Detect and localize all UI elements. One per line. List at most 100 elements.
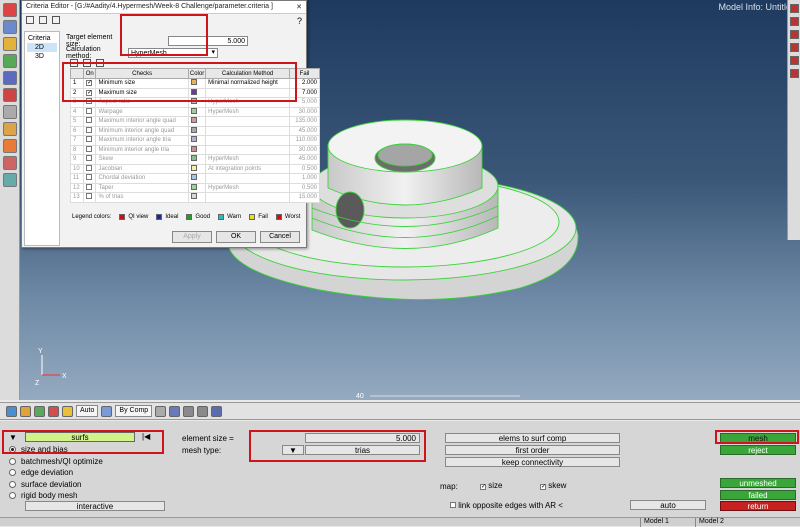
star-icon[interactable]	[62, 405, 73, 417]
tree-item-3d[interactable]: 3D	[27, 52, 57, 61]
ok-button[interactable]: OK	[216, 231, 256, 243]
option-surface-deviation[interactable]: surface deviation	[9, 479, 103, 491]
map-size-checkbox[interactable]: ✓ size	[480, 481, 502, 490]
tree-item-2d[interactable]: 2D	[27, 43, 57, 52]
arrow-right-icon[interactable]	[197, 405, 209, 417]
criteria-row[interactable]: 10 Jacobian At integration points 0.500	[69, 163, 320, 174]
column-header[interactable]: Fail	[289, 68, 320, 79]
import-icon[interactable]	[34, 405, 45, 417]
table-add-icon[interactable]	[70, 59, 78, 67]
mesh-button[interactable]: mesh	[720, 433, 796, 443]
calc-method-select[interactable]: HyperMesh	[128, 48, 218, 58]
reject-button[interactable]: reject	[720, 445, 796, 455]
legend-swatch[interactable]	[156, 214, 163, 220]
view-top-icon[interactable]	[790, 4, 799, 13]
map-skew-checkbox[interactable]: ✓ skew	[540, 481, 566, 490]
criteria-row[interactable]: 11 Chordal deviation 1.000	[69, 173, 320, 184]
view-front-icon[interactable]	[790, 17, 799, 26]
criteria-row[interactable]: 9 Skew HyperMesh 45.000	[69, 154, 320, 165]
unmeshed-button[interactable]: unmeshed	[720, 478, 796, 488]
view-iso-icon[interactable]	[790, 43, 799, 52]
color-icon[interactable]	[3, 88, 17, 102]
criteria-row[interactable]: 8 Minimum interior angle tria 30.000	[69, 144, 320, 155]
legend-swatch[interactable]	[218, 214, 225, 220]
component-icon[interactable]	[3, 54, 17, 68]
column-header[interactable]: Checks	[95, 68, 189, 79]
legend-swatch[interactable]	[186, 214, 193, 220]
criteria-row[interactable]: 2 ✓ Maximum size 7.000	[69, 87, 320, 98]
failed-button[interactable]: failed	[720, 490, 796, 500]
interactive-button[interactable]: interactive	[25, 501, 165, 511]
dialog-titlebar[interactable]: Criteria Editor - [G:/#Aadity/4.Hypermes…	[22, 1, 306, 14]
view-icon[interactable]	[3, 71, 17, 85]
element-size-input[interactable]: 5.000	[305, 433, 420, 443]
new-file-icon[interactable]	[26, 16, 34, 24]
column-header[interactable]: On	[83, 68, 97, 79]
criteria-row[interactable]: 1 ✓ Minimum size Minimal normalized height 2…	[69, 78, 320, 89]
numbering-icon[interactable]	[3, 105, 17, 119]
legend-swatch[interactable]	[249, 214, 256, 220]
auto-dropdown[interactable]: Auto	[76, 405, 99, 417]
on-checkbox[interactable]	[83, 163, 97, 174]
mesh-type-dropdown-icon[interactable]: ▼	[282, 445, 304, 455]
column-header[interactable]: Color	[187, 68, 207, 79]
ruler-icon[interactable]	[3, 122, 17, 136]
view-side-icon[interactable]	[790, 30, 799, 39]
delete-icon[interactable]	[48, 405, 59, 417]
return-button[interactable]: return	[720, 501, 796, 511]
column-header[interactable]: Calculation Method	[205, 68, 290, 79]
grid-icon[interactable]	[3, 156, 17, 170]
close-icon[interactable]: ✕	[296, 4, 302, 11]
option-rigid-body-mesh[interactable]: rigid body mesh	[9, 490, 103, 502]
on-checkbox[interactable]	[83, 116, 97, 127]
text-abc-icon[interactable]	[3, 139, 17, 153]
legend-swatch[interactable]	[119, 214, 126, 220]
apply-button[interactable]: Apply	[172, 231, 212, 243]
on-checkbox[interactable]: ✓	[83, 87, 97, 98]
criteria-row[interactable]: 13 % of trias 15.000	[69, 192, 320, 203]
criteria-row[interactable]: 5 Maximum interior angle quad 135.000	[69, 116, 320, 127]
table-delete-icon[interactable]	[83, 59, 91, 67]
selector-arrow-icon[interactable]: ▼	[9, 433, 17, 442]
criteria-row[interactable]: 7 Maximum interior angle tria 110.000	[69, 135, 320, 146]
list-icon[interactable]	[52, 16, 60, 24]
option-batchmesh[interactable]: batchmesh/QI optimize	[9, 456, 103, 468]
rotate-icon[interactable]	[101, 405, 113, 417]
on-checkbox[interactable]	[83, 154, 97, 165]
column-header[interactable]	[69, 68, 85, 79]
shading-icon[interactable]	[155, 405, 167, 417]
arrow-left-icon[interactable]	[183, 405, 195, 417]
view-back-icon[interactable]	[790, 69, 799, 78]
elems-to-surf-comp-toggle[interactable]: elems to surf comp	[445, 433, 620, 443]
tree-root[interactable]: Criteria	[27, 34, 57, 43]
criteria-row[interactable]: 3 Aspect ratio HyperMesh 5.000	[69, 97, 320, 108]
target-size-input[interactable]: 5.000	[168, 36, 248, 46]
on-checkbox[interactable]	[83, 173, 97, 184]
display-icon[interactable]	[3, 20, 17, 34]
criteria-row[interactable]: 6 Minimum interior angle quad 45.000	[69, 125, 320, 136]
on-checkbox[interactable]	[83, 182, 97, 193]
tool-icon[interactable]	[3, 173, 17, 187]
on-checkbox[interactable]	[83, 97, 97, 108]
keep-connectivity-toggle[interactable]: keep connectivity	[445, 457, 620, 467]
view-bottom-icon[interactable]	[790, 56, 799, 65]
wireframe-icon[interactable]	[169, 405, 181, 417]
open-icon[interactable]	[6, 405, 17, 417]
select-icon[interactable]	[3, 3, 17, 17]
criteria-row[interactable]: 12 Taper HyperMesh 0.500	[69, 182, 320, 193]
bycomp-dropdown[interactable]: By Comp	[115, 405, 153, 417]
save-file-icon[interactable]	[39, 16, 47, 24]
mesh-type-select[interactable]: trias	[305, 445, 420, 455]
link-edges-checkbox[interactable]: link opposite edges with AR <	[450, 501, 563, 510]
table-copy-icon[interactable]	[96, 59, 104, 67]
on-checkbox[interactable]	[83, 135, 97, 146]
option-size-and-bias[interactable]: size and bias	[9, 444, 103, 456]
zoom-icon[interactable]	[211, 405, 223, 417]
on-checkbox[interactable]	[83, 192, 97, 203]
surfs-selector[interactable]: surfs	[25, 432, 135, 442]
cancel-button[interactable]: Cancel	[260, 231, 300, 243]
criteria-row[interactable]: 4 Warpage HyperMesh 30.000	[69, 106, 320, 117]
on-checkbox[interactable]: ✓	[83, 78, 97, 89]
legend-swatch[interactable]	[275, 214, 282, 220]
on-checkbox[interactable]	[83, 125, 97, 136]
